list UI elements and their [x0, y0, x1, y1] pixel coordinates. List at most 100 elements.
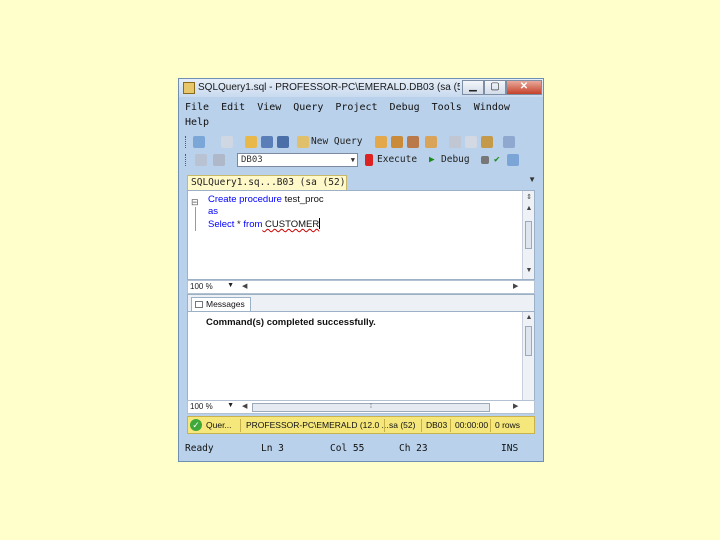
paste-icon[interactable]: [481, 136, 493, 148]
execute-icon[interactable]: [365, 154, 373, 166]
menu-bar: File Edit View Query Project Debug Tools Window…: [185, 100, 539, 130]
status-ready: Ready: [185, 443, 214, 454]
new-query-icon[interactable]: [297, 136, 309, 148]
editor-zoom-select[interactable]: 100 % ▼: [190, 282, 234, 292]
elapsed-time: 00:00:00: [455, 420, 489, 430]
code-area[interactable]: Create procedure test_proc as Select * f…: [208, 194, 324, 231]
status-insert-mode: INS: [501, 443, 519, 454]
xmla-query-icon[interactable]: [425, 136, 437, 148]
result-message: Command(s) completed successfully.: [206, 317, 376, 328]
ssms-window: SQLQuery1.sql - PROFESSOR-PC\EMERALD.DB0…: [178, 78, 544, 462]
code-text: test_proc: [281, 194, 324, 205]
query-state: Quer...: [206, 420, 232, 430]
connect-icon[interactable]: [195, 154, 207, 166]
title-bar[interactable]: SQLQuery1.sql - PROFESSOR-PC\EMERALD.DB0…: [179, 79, 543, 97]
editor-vertical-scrollbar[interactable]: ⇕ ▲ ▼: [522, 191, 534, 279]
query-status-strip: ✓ Quer... PROFESSOR-PC\EMERALD (12.0 ...…: [187, 416, 535, 434]
analysis-query-icon[interactable]: [391, 136, 403, 148]
code-line-1: Create procedure test_proc: [208, 194, 324, 206]
menu-project[interactable]: Project: [335, 100, 377, 115]
scroll-right-icon[interactable]: ▶: [513, 282, 518, 290]
debug-play-icon[interactable]: ▶: [429, 154, 435, 165]
scroll-down-icon[interactable]: ▼: [524, 267, 534, 274]
tab-list-dropdown-icon[interactable]: ▼: [528, 175, 536, 184]
cancel-query-icon[interactable]: [481, 156, 489, 164]
results-tab-row: Messages: [188, 295, 534, 312]
change-connection-icon[interactable]: [213, 154, 225, 166]
query-editor[interactable]: ⊟ Create procedure test_proc as Select *…: [187, 190, 535, 280]
chevron-down-icon: ▼: [350, 156, 355, 164]
save-icon[interactable]: [261, 136, 273, 148]
add-item-icon[interactable]: [221, 136, 233, 148]
status-divider: [384, 419, 385, 432]
tab-messages-label: Messages: [206, 299, 245, 309]
chevron-down-icon: ▼: [227, 282, 234, 289]
document-tab-strip: SQLQuery1.sq...B03 (sa (52))* ▼: [185, 175, 539, 190]
chevron-down-icon: ▼: [227, 402, 234, 409]
display-plan-icon[interactable]: [507, 154, 519, 166]
tab-sqlquery1[interactable]: SQLQuery1.sq...B03 (sa (52))*: [187, 175, 347, 190]
menu-tools[interactable]: Tools: [432, 100, 462, 115]
menu-file[interactable]: File: [185, 100, 209, 115]
editor-margin: ⊟: [188, 191, 202, 279]
scroll-thumb[interactable]: [525, 326, 532, 356]
window-title: SQLQuery1.sql - PROFESSOR-PC\EMERALD.DB0…: [198, 82, 460, 93]
parse-check-icon[interactable]: ✔: [494, 154, 500, 165]
menu-debug[interactable]: Debug: [390, 100, 420, 115]
execute-button[interactable]: Execute: [377, 154, 417, 165]
editor-zoom-bar: 100 % ▼ ◀ ▶: [187, 280, 535, 294]
code-keyword: Create procedure: [208, 194, 282, 205]
cut-icon[interactable]: [449, 136, 461, 148]
open-file-icon[interactable]: [245, 136, 257, 148]
toolbar-grip[interactable]: [185, 136, 189, 148]
login-user: sa (52): [389, 420, 416, 430]
split-icon[interactable]: ⇕: [524, 193, 534, 201]
status-divider: [421, 419, 422, 432]
results-zoom-value: 100 %: [190, 402, 213, 411]
status-column: Col 55: [330, 443, 365, 454]
menu-edit[interactable]: Edit: [221, 100, 245, 115]
status-divider: [490, 419, 491, 432]
new-query-button[interactable]: New Query: [311, 136, 362, 147]
text-caret: [319, 218, 321, 229]
menu-view[interactable]: View: [257, 100, 281, 115]
scroll-up-icon[interactable]: ▲: [524, 314, 534, 321]
code-keyword: as: [208, 206, 219, 217]
scroll-right-icon[interactable]: ▶: [513, 402, 518, 410]
scroll-left-icon[interactable]: ◀: [242, 402, 247, 410]
scroll-up-icon[interactable]: ▲: [524, 205, 534, 212]
results-pane: Messages Command(s) completed successful…: [187, 294, 535, 414]
scroll-left-icon[interactable]: ◀: [242, 282, 247, 290]
menu-query[interactable]: Query: [293, 100, 323, 115]
new-project-icon[interactable]: [193, 136, 205, 148]
database-select[interactable]: DB03 ▼: [237, 153, 358, 167]
row-count: 0 rows: [495, 420, 521, 430]
copy-icon[interactable]: [465, 136, 477, 148]
menu-window[interactable]: Window: [474, 100, 510, 115]
code-line-3: Select * from CUSTOMER: [208, 218, 324, 231]
server-name: PROFESSOR-PC\EMERALD (12.0 ...: [246, 420, 389, 430]
toolbar-grip[interactable]: [185, 154, 189, 166]
undo-icon[interactable]: [503, 136, 515, 148]
code-keyword: Select: [208, 219, 235, 230]
standard-toolbar: New Query: [185, 133, 541, 151]
maximize-button[interactable]: ▢: [484, 80, 506, 95]
menu-help[interactable]: Help: [185, 115, 209, 130]
status-divider: [450, 419, 451, 432]
minimize-button[interactable]: ▁: [462, 80, 484, 95]
close-button[interactable]: ✕: [506, 80, 542, 95]
results-vertical-scrollbar[interactable]: ▲ ▼: [522, 312, 534, 413]
editor-zoom-value: 100 %: [190, 282, 213, 291]
message-icon: [195, 301, 203, 308]
save-all-icon[interactable]: [277, 136, 289, 148]
tab-messages[interactable]: Messages: [191, 297, 251, 311]
db-engine-query-icon[interactable]: [375, 136, 387, 148]
scroll-thumb[interactable]: [525, 221, 532, 249]
mdx-query-icon[interactable]: [407, 136, 419, 148]
results-zoom-select[interactable]: 100 % ▼: [190, 402, 234, 412]
horizontal-scroll-thumb[interactable]: ⁞: [252, 403, 490, 412]
status-divider: [240, 419, 241, 432]
debug-button[interactable]: Debug: [441, 154, 470, 165]
current-database: DB03: [426, 420, 448, 430]
database-select-value: DB03: [241, 155, 263, 165]
